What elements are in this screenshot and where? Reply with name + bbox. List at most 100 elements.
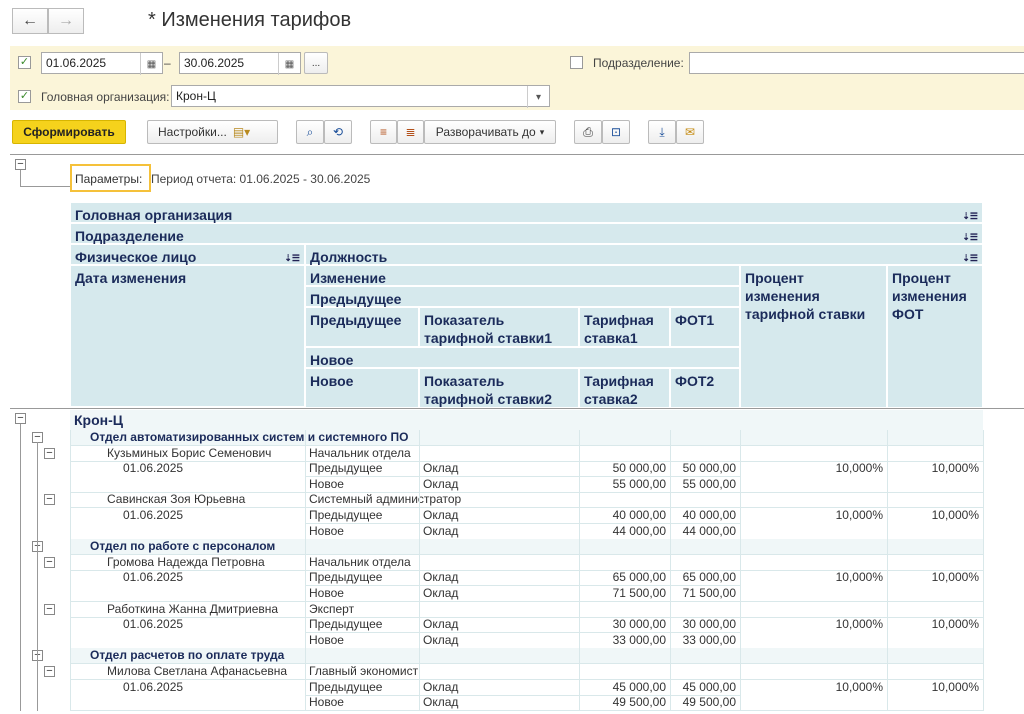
report-sheet: − Параметры: Период отчета: 01.06.2025 -… (10, 154, 1024, 714)
division-checkbox[interactable]: ✓ (570, 56, 583, 69)
prev-rate: 65 000,00 (612, 570, 666, 585)
column-line (70, 430, 71, 711)
header-change-date: Дата изменения (70, 265, 305, 407)
new-rate: 33 000,00 (612, 632, 666, 647)
group-row: Отдел по работе с персоналом (70, 539, 983, 555)
search-button[interactable]: ⌕ (296, 120, 324, 144)
filter-panel: ✓ 01.06.2025 ▦ – 30.06.2025 ▦ ... ✓ Подраз… (10, 46, 1024, 110)
calendar-icon[interactable]: ▦ (278, 53, 300, 75)
search-reset-button[interactable]: ⟲ (324, 120, 352, 144)
prev-rate: 50 000,00 (612, 461, 666, 476)
org-row: Крон-Ц (70, 410, 983, 430)
save-button[interactable]: ⤓ (648, 120, 676, 144)
prev-rate: 30 000,00 (612, 617, 666, 632)
email-button[interactable]: ✉ (676, 120, 704, 144)
prev-rate: 45 000,00 (612, 679, 666, 694)
indicator-new: Оклад (423, 586, 459, 600)
indicator-prev: Оклад (423, 617, 459, 632)
person-name: Милова Светлана Афанасьевна (107, 664, 288, 678)
indicator-prev: Оклад (423, 679, 459, 694)
title-bar: ← → * Изменения тарифов (0, 0, 1024, 44)
sort-expand-button[interactable]: ≡ (370, 120, 397, 144)
collapse-person-icon[interactable]: − (44, 447, 55, 459)
collapse-all-icon: ≣ (405, 125, 416, 139)
header-person: Физическое лицо ⇣☰ (70, 244, 305, 265)
header-new: Новое (305, 368, 419, 408)
date-to-value: 30.06.2025 (184, 56, 245, 70)
indicator-prev: Оклад (423, 570, 459, 585)
new-fot: 71 500,00 (682, 586, 736, 600)
previous-label: Предыдущее (309, 679, 383, 694)
header-new-group: Новое (305, 347, 740, 368)
change-date: 01.06.2025 (123, 461, 184, 476)
back-button[interactable]: ← (12, 8, 48, 34)
prev-fot: 30 000,00 (682, 617, 736, 632)
person-position: Начальник отдела (309, 554, 411, 569)
params-text: Период отчета: 01.06.2025 - 30.06.2025 (151, 172, 371, 186)
org-checkbox[interactable]: ✓ (18, 90, 31, 103)
org-field[interactable]: Крон-Ц ▾ (171, 85, 550, 108)
column-line (670, 430, 671, 711)
column-line (305, 430, 306, 711)
report-top-border (10, 154, 1024, 155)
envelope-icon: ✉ (684, 125, 696, 139)
header-indicator2: Показатель тарифной ставки2 (419, 368, 579, 408)
download-icon: ⤓ (659, 124, 665, 139)
new-label: Новое (309, 695, 344, 710)
person-position: Эксперт (309, 601, 355, 616)
period-checkbox[interactable]: ✓ (18, 56, 31, 69)
date-from-value: 01.06.2025 (46, 56, 107, 70)
header-division: Подразделение ⇣☰ (70, 223, 983, 244)
chevron-down-icon: ▾ (539, 126, 545, 137)
printer-icon: ⎙ (583, 124, 593, 139)
collapse-person-icon[interactable]: − (44, 666, 55, 677)
date-from-field[interactable]: 01.06.2025 ▦ (41, 52, 163, 75)
new-rate: 71 500,00 (612, 586, 666, 600)
settings-button[interactable]: Настройки... ▤▾ (147, 120, 278, 144)
indicator-new: Оклад (423, 523, 459, 538)
date-to-field[interactable]: 30.06.2025 ▦ (179, 52, 301, 75)
header-change: Изменение (305, 265, 740, 286)
prev-fot: 40 000,00 (682, 508, 736, 522)
calendar-icon[interactable]: ▦ (140, 53, 162, 75)
column-line (579, 430, 580, 711)
column-line (887, 430, 888, 711)
division-field[interactable] (689, 52, 1024, 74)
pct-rate: 10,000% (835, 461, 883, 476)
new-rate: 55 000,00 (612, 476, 666, 491)
generate-button[interactable]: Сформировать (12, 120, 126, 144)
header-pct-rate: Процент изменения тарифной ставки (740, 265, 887, 408)
chevron-down-icon[interactable]: ▾ (527, 86, 549, 108)
header-bottom-border (10, 408, 1024, 409)
new-label: Новое (309, 586, 344, 600)
pct-fot: 10,000% (931, 570, 979, 585)
header-fot1: ФОТ1 (670, 307, 740, 347)
expand-to-button[interactable]: Разворачивать до ▾ (424, 120, 556, 144)
column-line (419, 430, 420, 711)
pct-fot: 10,000% (931, 508, 979, 522)
collapse-person-icon[interactable]: − (44, 603, 55, 615)
period-select-button[interactable]: ... (304, 52, 328, 74)
preview-button[interactable]: ⊡ (602, 120, 630, 144)
pct-fot: 10,000% (931, 617, 979, 632)
header-org: Головная организация ⇣☰ (70, 202, 983, 223)
collapse-org-icon[interactable]: − (15, 413, 26, 424)
collapse-params-icon[interactable]: − (15, 159, 26, 170)
pct-fot: 10,000% (931, 461, 979, 476)
pct-rate: 10,000% (835, 570, 883, 585)
collapse-person-icon[interactable]: − (44, 494, 55, 506)
new-label: Новое (309, 632, 344, 647)
collapse-person-icon[interactable]: − (44, 556, 55, 568)
pct-rate: 10,000% (835, 679, 883, 694)
new-fot: 49 500,00 (682, 695, 736, 710)
params-label[interactable]: Параметры: (70, 164, 151, 192)
person-name: Громова Надежда Петровна (107, 554, 265, 569)
print-button[interactable]: ⎙ (574, 120, 602, 144)
date-separator: – (164, 56, 171, 70)
prev-rate: 40 000,00 (612, 508, 666, 522)
forward-button[interactable]: → (48, 8, 84, 34)
header-org-label: Головная организация (75, 207, 233, 223)
sort-collapse-button[interactable]: ≣ (397, 120, 424, 144)
org-label: Головная организация: (41, 90, 170, 104)
previous-label: Предыдущее (309, 617, 383, 632)
